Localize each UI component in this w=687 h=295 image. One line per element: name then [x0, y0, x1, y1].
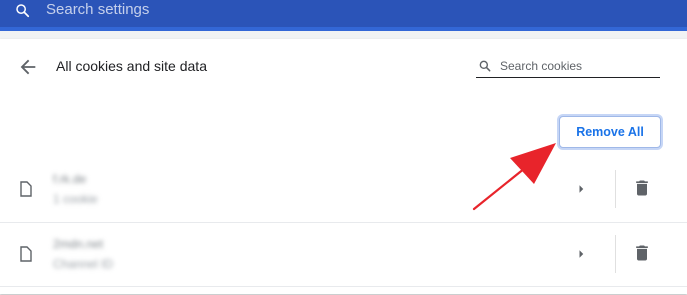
back-arrow-icon[interactable]	[17, 56, 39, 78]
search-icon	[479, 60, 491, 72]
cookies-header: All cookies and site data	[0, 39, 687, 95]
search-settings-input[interactable]: Search settings	[46, 1, 149, 19]
cookies-card: All cookies and site data Remove All f.r…	[0, 39, 687, 294]
site-name: f.rk.de	[53, 172, 87, 186]
cookie-row[interactable]: 2mdn.net Channel ID	[0, 222, 687, 287]
divider	[615, 170, 616, 208]
search-cookies-input[interactable]	[500, 57, 658, 75]
trash-icon[interactable]	[632, 243, 652, 263]
file-icon	[20, 181, 32, 197]
page-title: All cookies and site data	[56, 58, 207, 74]
file-icon	[20, 246, 32, 262]
site-description: 1 cookie	[53, 192, 98, 206]
trash-icon[interactable]	[632, 178, 652, 198]
expand-arrow-icon[interactable]	[572, 245, 590, 263]
site-name: 2mdn.net	[53, 237, 104, 251]
cookie-row[interactable]: f.rk.de 1 cookie	[0, 158, 687, 222]
search-icon[interactable]	[14, 2, 32, 20]
site-description: Channel ID	[53, 257, 114, 271]
divider	[615, 235, 616, 273]
settings-toolbar: Search settings	[0, 0, 687, 31]
search-cookies-field[interactable]	[476, 57, 660, 78]
remove-all-button[interactable]: Remove All	[559, 116, 661, 148]
expand-arrow-icon[interactable]	[572, 180, 590, 198]
